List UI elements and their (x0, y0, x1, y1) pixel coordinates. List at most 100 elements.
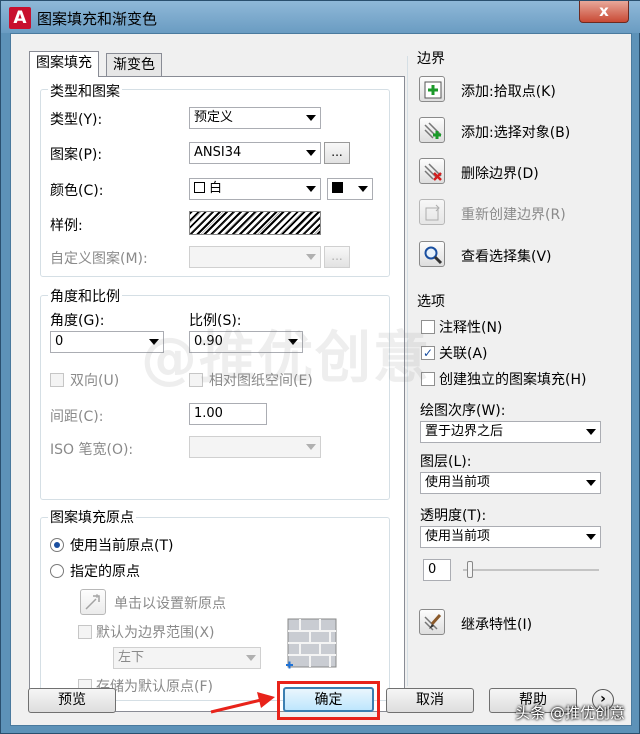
layer-dropdown[interactable]: 使用当前项 (420, 472, 601, 494)
pattern-value: ANSI34 (194, 145, 242, 160)
color-label: 颜色(C): (50, 183, 104, 199)
pattern-browse-button[interactable]: ... (324, 142, 350, 164)
annotation-arrow-icon (210, 692, 275, 714)
pick-origin-button[interactable] (80, 589, 106, 615)
layer-label: 图层(L): (420, 454, 472, 470)
title-bar[interactable]: A 图案填充和渐变色 x (1, 1, 640, 33)
transparency-dropdown[interactable]: 使用当前项 (420, 526, 601, 548)
footer-watermark: 头条 @推优创意 (515, 704, 625, 722)
crosshair-icon (85, 594, 100, 610)
tab-gradient[interactable]: 渐变色 (106, 53, 162, 77)
add-select-objects-icon (424, 122, 442, 139)
inherit-properties-button[interactable] (419, 609, 445, 635)
draw-order-label: 绘图次序(W): (420, 403, 506, 419)
click-to-set-origin-label: 单击以设置新原点 (114, 596, 226, 612)
specified-origin-radio[interactable] (50, 564, 64, 578)
recreate-boundary-icon (425, 204, 440, 221)
chevron-down-icon (246, 655, 256, 661)
separate-hatches-label: 创建独立的图案填充(H) (439, 372, 587, 388)
angle-value: 0 (55, 334, 64, 349)
view-selections-button[interactable] (419, 241, 445, 267)
transparency-label: 透明度(T): (420, 508, 487, 524)
specified-origin-label: 指定的原点 (70, 564, 140, 580)
default-to-extents-label: 默认为边界范围(X) (96, 625, 215, 641)
close-button[interactable]: x (579, 1, 629, 23)
default-to-extents-checkbox[interactable] (78, 625, 92, 639)
hatch-tab-panel: 类型和图案 类型(Y): 预定义 图案(P): ANSI34 ... 颜色(C)… (29, 76, 405, 712)
recreate-boundary-button[interactable] (419, 199, 445, 225)
type-value: 预定义 (194, 110, 234, 125)
chevron-down-icon (306, 186, 316, 192)
window-title: 图案填充和渐变色 (37, 10, 158, 28)
boundaries-title: 边界 (417, 51, 445, 67)
inherit-properties-label[interactable]: 继承特性(I) (461, 614, 532, 634)
pattern-sample-preview[interactable] (189, 211, 321, 235)
remove-boundaries-icon (424, 163, 442, 181)
add-select-objects-button[interactable] (419, 117, 445, 143)
origin-position-value: 左下 (118, 650, 145, 665)
remove-boundaries-label[interactable]: 删除边界(D) (461, 163, 539, 183)
color-value: 白 (209, 181, 223, 196)
dialog-window: A 图案填充和渐变色 x 图案填充 渐变色 类型和图案 类型(Y): 预定义 图… (0, 0, 640, 734)
magnifier-icon (424, 246, 443, 265)
hatch-origin-title: 图案填充原点 (48, 507, 136, 527)
type-label: 类型(Y): (50, 112, 103, 128)
origin-position-dropdown[interactable]: 左下 (113, 647, 261, 669)
angle-label: 角度(G): (50, 313, 105, 329)
angle-scale-title: 角度和比例 (48, 286, 122, 306)
slider-thumb[interactable] (467, 561, 473, 578)
chevron-down-icon (586, 480, 596, 486)
pattern-label: 图案(P): (50, 147, 103, 163)
recreate-boundary-label[interactable]: 重新创建边界(R) (461, 204, 566, 224)
view-selections-label[interactable]: 查看选择集(V) (461, 246, 552, 266)
custom-pattern-label: 自定义图案(M): (50, 251, 148, 267)
add-select-objects-label[interactable]: 添加:选择对象(B) (461, 122, 570, 142)
add-pick-point-icon (424, 81, 442, 99)
cancel-button[interactable]: 取消 (386, 688, 474, 713)
autocad-logo-icon: A (9, 7, 31, 29)
custom-pattern-browse-button[interactable]: ... (324, 246, 350, 268)
transparency-value: 使用当前项 (425, 529, 491, 544)
watermark: @推优创意 (141, 326, 431, 391)
draw-order-dropdown[interactable]: 置于边界之后 (420, 421, 601, 443)
chevron-down-icon (586, 534, 596, 540)
chevron-down-icon (306, 150, 316, 156)
spacing-field[interactable]: 1.00 (189, 403, 267, 425)
associative-label: 关联(A) (439, 346, 488, 362)
remove-boundaries-button[interactable] (419, 158, 445, 184)
iso-pen-width-dropdown[interactable] (189, 436, 321, 458)
add-pick-points-label[interactable]: 添加:拾取点(K) (461, 81, 556, 101)
layer-value: 使用当前项 (425, 475, 491, 490)
type-pattern-title: 类型和图案 (48, 81, 122, 101)
use-current-origin-radio[interactable] (50, 538, 64, 552)
chevron-down-icon (586, 429, 596, 435)
transparency-value-field[interactable]: 0 (423, 559, 451, 581)
chevron-down-icon (306, 444, 316, 450)
origin-preview-icon (286, 617, 340, 671)
color-swatch (194, 182, 205, 193)
tab-hatch[interactable]: 图案填充 (29, 51, 99, 77)
slider-track (463, 569, 599, 571)
spacing-label: 间距(C): (50, 409, 104, 425)
annotative-label: 注释性(N) (439, 320, 503, 336)
use-current-origin-label: 使用当前原点(T) (70, 538, 174, 554)
double-checkbox[interactable] (50, 373, 64, 387)
preview-button[interactable]: 预览 (28, 688, 116, 713)
custom-pattern-dropdown[interactable] (189, 246, 321, 268)
type-dropdown[interactable]: 预定义 (189, 107, 321, 129)
ok-button[interactable]: 确定 (283, 687, 374, 712)
color-dropdown[interactable]: 白 (189, 178, 321, 200)
transparency-slider[interactable] (463, 560, 599, 580)
double-label: 双向(U) (70, 373, 120, 389)
sample-label: 样例: (50, 218, 83, 234)
add-pick-points-button[interactable] (419, 76, 445, 102)
brush-icon (424, 614, 442, 631)
iso-pen-width-label: ISO 笔宽(O): (50, 442, 134, 458)
chevron-down-icon (306, 115, 316, 121)
pattern-dropdown[interactable]: ANSI34 (189, 142, 321, 164)
background-color-dropdown[interactable] (327, 178, 373, 200)
draw-order-value: 置于边界之后 (425, 424, 504, 439)
chevron-down-icon (358, 186, 368, 192)
options-title: 选项 (417, 294, 445, 310)
chevron-down-icon (306, 254, 316, 260)
